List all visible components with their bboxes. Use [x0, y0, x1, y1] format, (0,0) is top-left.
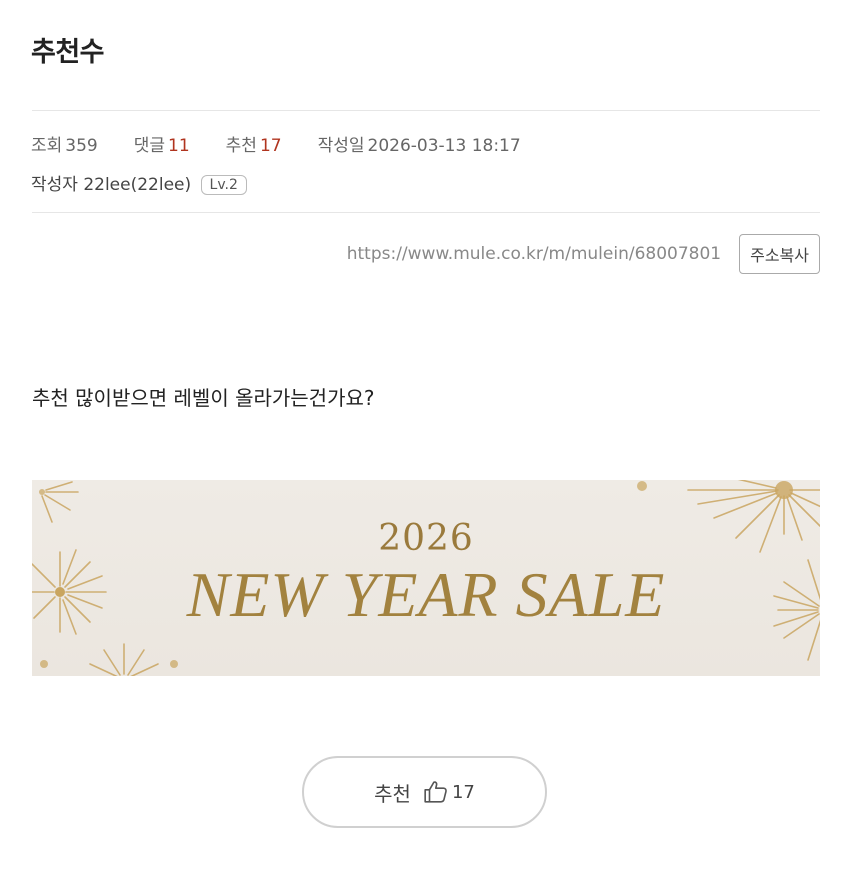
banner-year: 2026 — [378, 518, 474, 559]
post-date: 2026-03-13 18:17 — [367, 136, 521, 156]
thumbs-up-icon — [424, 781, 447, 803]
banner-title: NEW YEAR SALE — [186, 559, 666, 630]
recommend-label: 추천 — [374, 781, 411, 806]
comments-stat[interactable]: 댓글 11 — [134, 131, 190, 156]
divider — [32, 110, 820, 111]
recommends-count: 17 — [259, 136, 282, 156]
copy-url-button[interactable]: 주소복사 — [739, 234, 820, 274]
new-year-sale-banner[interactable]: 2026 NEW YEAR SALE — [32, 480, 820, 676]
views-stat: 조회 359 — [31, 136, 98, 156]
author-name[interactable]: 22lee(22lee) — [83, 175, 191, 195]
level-badge: Lv.2 — [200, 175, 247, 195]
divider — [32, 212, 820, 213]
post-title: 추천수 — [31, 37, 105, 68]
date-stat: 작성일 2026-03-13 18:17 — [317, 136, 521, 156]
recommends-stat: 추천 17 — [225, 136, 282, 156]
post-stats: 조회 359 댓글 11 추천 17 작성일 2026-03-13 18:17 — [31, 131, 557, 156]
post-body: 추천 많이받으면 레벨이 올라가는건가요? — [32, 386, 375, 410]
views-count: 359 — [65, 136, 98, 156]
comments-count: 11 — [168, 136, 190, 156]
recommend-count: 17 — [451, 781, 475, 803]
author-row: 작성자 22lee(22lee) Lv.2 — [31, 170, 247, 195]
recommend-button[interactable]: 추천 17 — [302, 756, 547, 828]
author-label: 작성자 — [31, 175, 78, 195]
post-url: https://www.mule.co.kr/m/mulein/68007801 — [346, 244, 722, 264]
url-row: https://www.mule.co.kr/m/mulein/68007801… — [347, 234, 820, 274]
